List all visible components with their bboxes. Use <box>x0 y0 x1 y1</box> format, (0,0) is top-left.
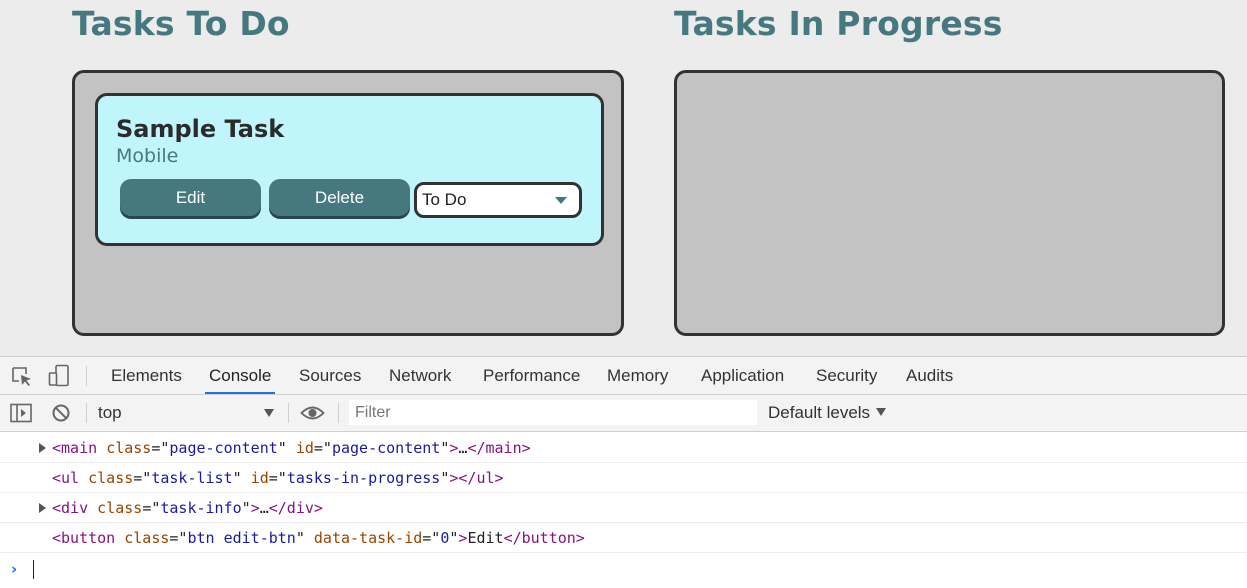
status-select[interactable]: To Do <box>414 182 582 218</box>
tab-network[interactable]: Network <box>385 357 455 394</box>
log-levels-label: Default levels <box>768 403 871 422</box>
context-select[interactable]: top <box>94 395 280 431</box>
devtools-panel: Elements Console Sources Network Performance… <box>0 356 1247 588</box>
todo-column-title: Tasks To Do <box>72 4 290 43</box>
tab-performance[interactable]: Performance <box>479 357 584 394</box>
task-name: Sample Task <box>116 115 285 143</box>
console-filter-input[interactable] <box>349 400 757 425</box>
tab-application[interactable]: Application <box>697 357 788 394</box>
toolbar-separator <box>288 403 289 423</box>
clear-console-icon[interactable] <box>51 403 71 423</box>
expand-triangle-icon[interactable] <box>39 503 46 513</box>
log-levels-dropdown[interactable]: Default levels <box>768 395 887 431</box>
expand-triangle-icon[interactable] <box>39 443 46 453</box>
console-log-row[interactable]: <ul class="task-list" id="tasks-in-progr… <box>0 463 1247 493</box>
triangle-down-icon <box>264 409 274 417</box>
task-type: Mobile <box>116 145 179 167</box>
tab-memory[interactable]: Memory <box>603 357 672 394</box>
inspect-element-icon[interactable] <box>11 366 33 387</box>
console-toolbar: top Default levels <box>0 395 1247 432</box>
todo-task-list: Sample Task Mobile Edit Delete To Do <box>72 70 624 336</box>
chevron-down-icon <box>555 197 567 204</box>
tab-security[interactable]: Security <box>812 357 881 394</box>
toolbar-separator <box>86 403 87 423</box>
tab-elements[interactable]: Elements <box>107 357 186 394</box>
tab-audits[interactable]: Audits <box>902 357 957 394</box>
status-select-value: To Do <box>422 190 467 209</box>
tab-console[interactable]: Console <box>205 357 276 394</box>
device-toolbar-icon[interactable] <box>48 364 70 388</box>
delete-button[interactable]: Delete <box>269 179 410 216</box>
prompt-chevron-icon: › <box>11 560 18 578</box>
console-log-text: <ul class="task-list" id="tasks-in-progr… <box>52 469 504 487</box>
eye-icon[interactable] <box>300 405 325 421</box>
edit-button[interactable]: Edit <box>120 179 261 216</box>
console-log-text: <main class="page-content" id="page-cont… <box>52 439 531 457</box>
text-cursor <box>33 560 34 579</box>
context-select-value: top <box>98 403 122 422</box>
console-log-row[interactable]: <div class="task-info">…</div> <box>0 493 1247 523</box>
console-log-row[interactable]: <button class="btn edit-btn" data-task-i… <box>0 523 1247 553</box>
toolbar-separator <box>338 403 339 423</box>
tab-sources[interactable]: Sources <box>295 357 365 394</box>
console-log-text: <div class="task-info">…</div> <box>52 499 323 517</box>
console-log-row[interactable]: <main class="page-content" id="page-cont… <box>0 433 1247 463</box>
sidebar-toggle-icon[interactable] <box>10 403 32 423</box>
task-card: Sample Task Mobile Edit Delete To Do <box>95 93 604 246</box>
console-log-text: <button class="btn edit-btn" data-task-i… <box>52 529 585 547</box>
in-progress-task-list[interactable] <box>674 70 1225 336</box>
triangle-down-icon <box>876 407 887 416</box>
tab-separator <box>86 366 87 386</box>
in-progress-column-title: Tasks In Progress <box>674 4 1003 43</box>
console-prompt[interactable]: › <box>0 553 1247 585</box>
devtools-tab-bar: Elements Console Sources Network Performance… <box>0 357 1247 395</box>
